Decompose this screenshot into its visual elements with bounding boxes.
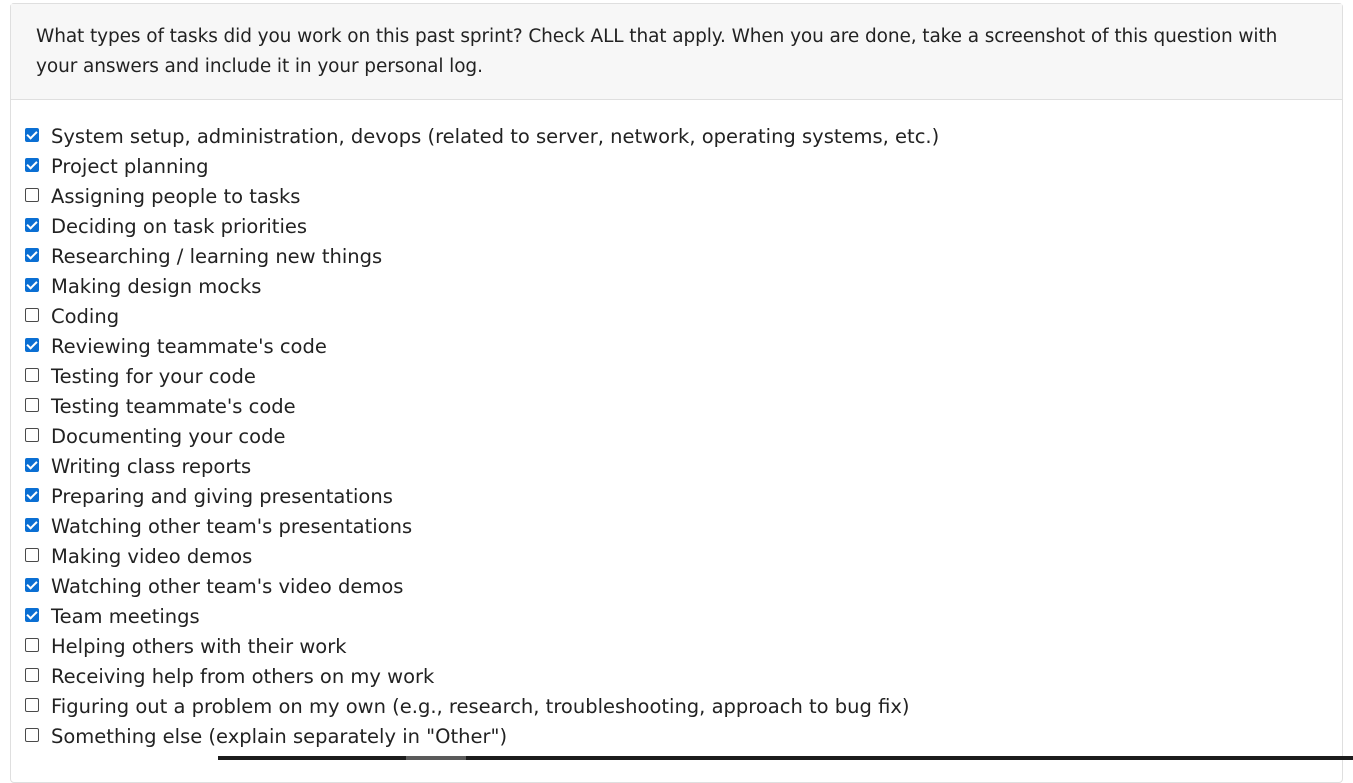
checkbox-checked[interactable] (25, 458, 39, 472)
option-label: Deciding on task priorities (51, 215, 308, 238)
checkbox-unchecked[interactable] (25, 428, 39, 442)
option-label: Making design mocks (51, 275, 262, 298)
question-text: What types of tasks did you work on this… (36, 26, 1278, 77)
checkbox-checked[interactable] (25, 218, 39, 232)
option-label: Team meetings (51, 605, 200, 628)
checkbox-checked[interactable] (25, 518, 39, 532)
option-label: Coding (51, 305, 120, 328)
checkbox-checked[interactable] (25, 158, 39, 172)
option-label: Testing teammate's code (51, 395, 296, 418)
option-label: Helping others with their work (51, 635, 347, 658)
option-label: Assigning people to tasks (51, 185, 301, 208)
option-label: Preparing and giving presentations (51, 485, 393, 508)
checkbox-unchecked[interactable] (25, 548, 39, 562)
option-label: Something else (explain separately in "O… (51, 725, 508, 748)
checkbox-checked[interactable] (25, 488, 39, 502)
checkbox-unchecked[interactable] (25, 668, 39, 682)
option-label: Reviewing teammate's code (51, 335, 327, 358)
option-label: Watching other team's presentations (51, 515, 413, 538)
checkbox-unchecked[interactable] (25, 398, 39, 412)
option-label: Researching / learning new things (51, 245, 383, 268)
checkbox-unchecked[interactable] (25, 638, 39, 652)
checkbox-unchecked[interactable] (25, 698, 39, 712)
option-label: Testing for your code (51, 365, 256, 388)
option-label: Figuring out a problem on my own (e.g., … (51, 695, 910, 718)
checkbox-checked[interactable] (25, 608, 39, 622)
option-label: System setup, administration, devops (re… (51, 125, 940, 148)
option-label: Receiving help from others on my work (51, 665, 435, 688)
checkbox-checked[interactable] (25, 128, 39, 142)
checkbox-checked[interactable] (25, 248, 39, 262)
question-header: What types of tasks did you work on this… (11, 4, 1342, 100)
option-label: Making video demos (51, 545, 253, 568)
checkbox-checked[interactable] (25, 278, 39, 292)
checkbox-checked[interactable] (25, 578, 39, 592)
checkbox-unchecked[interactable] (25, 308, 39, 322)
checkbox-unchecked[interactable] (25, 728, 39, 742)
checkbox-unchecked[interactable] (25, 368, 39, 382)
horizontal-scrollbar[interactable] (218, 756, 1353, 760)
option-label: Documenting your code (51, 425, 286, 448)
checkbox-unchecked[interactable] (25, 188, 39, 202)
option-label: Watching other team's video demos (51, 575, 404, 598)
option-label: Writing class reports (51, 455, 252, 478)
option-label: Project planning (51, 155, 209, 178)
scrollbar-thumb[interactable] (406, 756, 466, 760)
checkbox-checked[interactable] (25, 338, 39, 352)
